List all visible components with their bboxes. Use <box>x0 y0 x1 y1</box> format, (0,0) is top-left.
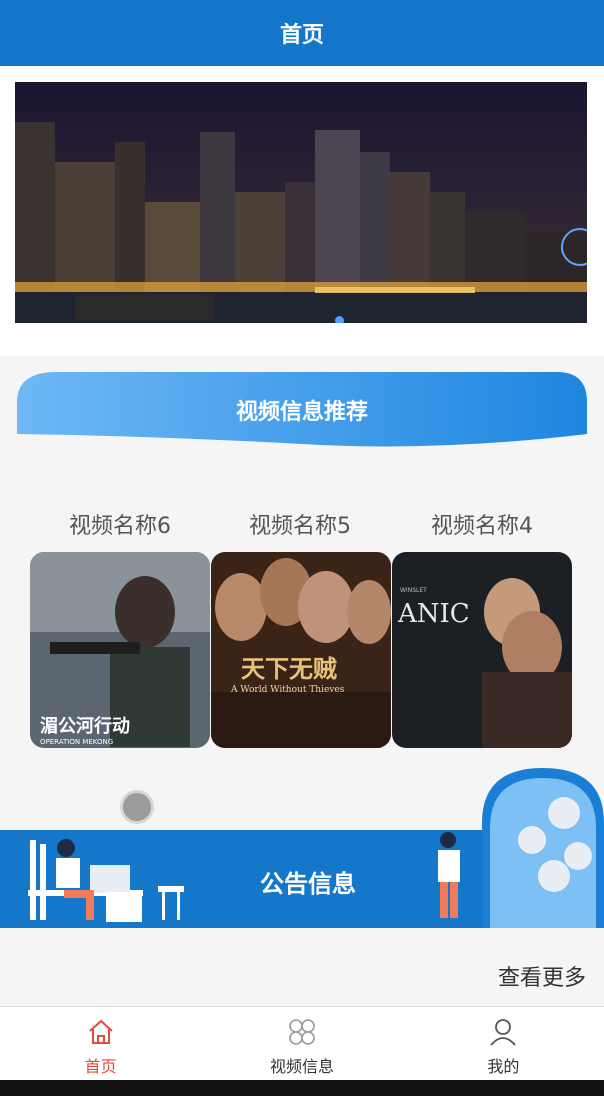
svg-text:A World Without Thieves: A World Without Thieves <box>230 685 345 695</box>
video-poster-2[interactable]: 天下无贼 A World Without Thieves <box>211 552 391 748</box>
svg-text:天下无贼: 天下无贼 <box>241 655 337 683</box>
poster-image: ANIC WINSLET <box>392 552 572 748</box>
poster-image: 天下无贼 A World Without Thieves <box>211 552 391 748</box>
bottom-tabbar: 首页 视频信息 我的 <box>0 1006 604 1080</box>
svg-text:湄公河行动: 湄公河行动 <box>40 715 130 737</box>
tab-home[interactable]: 首页 <box>0 1007 201 1080</box>
svg-text:OPERATION MEKONG: OPERATION MEKONG <box>40 738 113 746</box>
top-header: 首页 <box>0 0 604 66</box>
office-illustration <box>28 839 184 922</box>
video-poster-1[interactable]: 湄公河行动 OPERATION MEKONG <box>30 552 210 748</box>
recommend-header: 视频信息推荐 <box>17 372 587 452</box>
carousel-indicator[interactable] <box>335 316 344 323</box>
page-title: 首页 <box>279 23 324 48</box>
tab-mine[interactable]: 我的 <box>403 1007 604 1080</box>
grid-icon <box>289 1019 315 1045</box>
tab-label: 首页 <box>84 1057 117 1076</box>
video-list: 视频名称6 视频名称5 视频名称4 湄公河行动 OPERATION MEKONG… <box>0 500 604 760</box>
video-name-3[interactable]: 视频名称4 <box>402 508 562 540</box>
svg-text:ANIC: ANIC <box>397 599 470 629</box>
video-name-1[interactable]: 视频名称6 <box>40 508 200 540</box>
notice-title: 公告信息 <box>260 870 356 898</box>
banner-carousel[interactable] <box>15 82 587 323</box>
recommend-title: 视频信息推荐 <box>235 400 368 425</box>
video-poster-3[interactable]: ANIC WINSLET <box>392 552 572 748</box>
home-icon <box>88 1019 113 1044</box>
person-illustration <box>438 832 460 918</box>
tab-label: 视频信息 <box>269 1057 334 1076</box>
decorative-arch <box>482 768 604 928</box>
banner-section <box>0 66 604 356</box>
more-section: 查看更多 <box>0 928 604 1006</box>
user-icon <box>490 1019 516 1046</box>
video-name-2[interactable]: 视频名称5 <box>220 508 380 540</box>
view-more-link[interactable]: 查看更多 <box>498 960 586 992</box>
tab-label: 我的 <box>487 1057 520 1076</box>
svg-text:WINSLET: WINSLET <box>400 587 427 594</box>
poster-image: 湄公河行动 OPERATION MEKONG <box>30 552 210 748</box>
city-night-image <box>15 82 587 323</box>
tab-video-info[interactable]: 视频信息 <box>201 1007 402 1080</box>
system-bottom-bar <box>0 1080 604 1096</box>
floating-button[interactable] <box>120 790 154 824</box>
